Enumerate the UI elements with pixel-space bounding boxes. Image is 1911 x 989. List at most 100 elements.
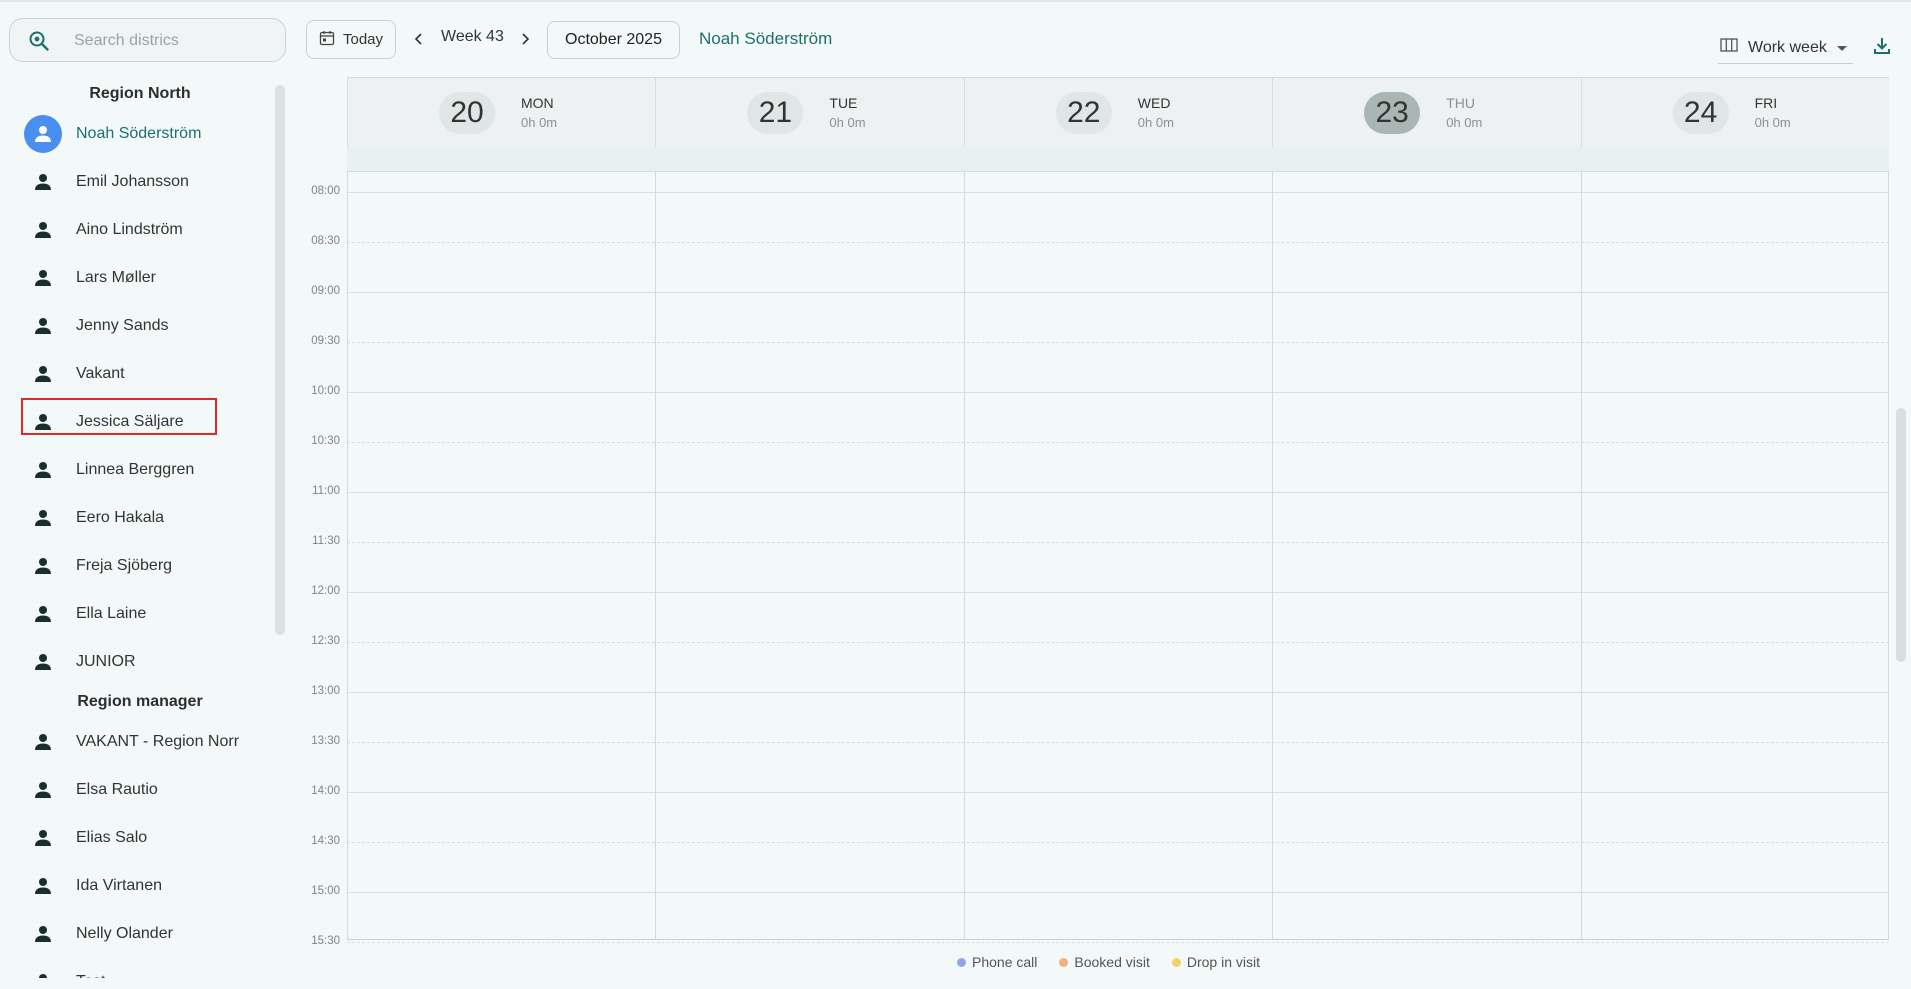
- time-label: 09:00: [311, 285, 340, 297]
- time-label: 10:30: [311, 435, 340, 447]
- person-name: Nelly Olander: [76, 925, 173, 942]
- calendar-today-icon: [319, 30, 335, 50]
- legend: Phone call Booked visit Drop in visit: [957, 954, 1260, 970]
- person-icon: [24, 307, 62, 345]
- all-day-row[interactable]: [347, 147, 1889, 172]
- day-name: MON: [521, 95, 554, 111]
- person-item-freja-sjöberg[interactable]: Freja Sjöberg: [0, 542, 270, 590]
- time-label: 11:30: [312, 535, 340, 547]
- person-icon: [24, 115, 62, 153]
- person-icon: [24, 723, 62, 761]
- person-icon: [24, 259, 62, 297]
- week-label: Week 43: [441, 28, 504, 45]
- day-number[interactable]: 20: [439, 92, 495, 134]
- selected-person-title: Noah Söderström: [699, 29, 833, 48]
- day-column-divider: [963, 171, 965, 939]
- person-icon: [24, 451, 62, 489]
- day-header-wed[interactable]: 22 WED 0h 0m: [963, 78, 1272, 148]
- hour-line: [347, 292, 1889, 293]
- person-icon: [24, 819, 62, 857]
- legend-item-drop-in-visit: Drop in visit: [1171, 954, 1260, 970]
- hour-line: [347, 892, 1889, 893]
- day-number[interactable]: 23: [1364, 92, 1421, 134]
- day-column-divider: [347, 171, 348, 939]
- legend-label: Phone call: [972, 954, 1038, 970]
- previous-week-button[interactable]: [409, 28, 429, 50]
- calendar-scrollbar[interactable]: [1896, 408, 1906, 662]
- day-header-row: 20 MON 0h 0m 21 TUE 0h 0m 22 WED 0h 0m 23 THU 0h 0m…: [347, 77, 1889, 149]
- time-label: 08:00: [311, 185, 340, 197]
- day-header-mon[interactable]: 20 MON 0h 0m: [347, 78, 655, 148]
- month-picker-button[interactable]: October 2025: [547, 21, 680, 59]
- day-column-divider: [655, 171, 657, 939]
- person-item-test[interactable]: Test: [0, 958, 270, 978]
- day-column-divider: [1888, 171, 1889, 939]
- person-item-elsa-rautio[interactable]: Elsa Rautio: [0, 766, 270, 814]
- day-hours: 0h 0m: [1446, 115, 1483, 130]
- person-item-noah-söderström[interactable]: Noah Söderström: [0, 110, 270, 158]
- hour-line: [347, 392, 1889, 393]
- person-name: Linnea Berggren: [76, 461, 195, 478]
- person-item-ida-virtanen[interactable]: Ida Virtanen: [0, 862, 270, 910]
- half-hour-line: [347, 742, 1889, 743]
- today-button[interactable]: Today: [306, 20, 396, 59]
- week-calendar: 20 MON 0h 0m 21 TUE 0h 0m 22 WED 0h 0m 23 THU 0h 0m…: [298, 75, 1889, 947]
- time-grid[interactable]: [347, 171, 1889, 943]
- person-item-jessica-säljare[interactable]: Jessica Säljare: [0, 398, 270, 446]
- day-header-tue[interactable]: 21 TUE 0h 0m: [655, 78, 963, 148]
- person-item-junior[interactable]: JUNIOR: [0, 638, 270, 686]
- day-number[interactable]: 24: [1672, 92, 1729, 134]
- person-item-jenny-sands[interactable]: Jenny Sands: [0, 302, 270, 350]
- day-header-thu[interactable]: 23 THU 0h 0m: [1272, 78, 1580, 148]
- person-name: Vakant: [76, 365, 125, 382]
- day-header-fri[interactable]: 24 FRI 0h 0m: [1580, 78, 1889, 148]
- chevron-right-icon: [522, 33, 530, 45]
- search-input[interactable]: [72, 29, 276, 53]
- person-item-linnea-berggren[interactable]: Linnea Berggren: [0, 446, 270, 494]
- person-icon: [24, 867, 62, 905]
- person-item-elias-salo[interactable]: Elias Salo: [0, 814, 270, 862]
- person-item-nelly-olander[interactable]: Nelly Olander: [0, 910, 270, 958]
- time-label: 10:00: [311, 385, 340, 397]
- sidebar-scrollbar[interactable]: [275, 85, 285, 635]
- person-name: Jenny Sands: [76, 317, 169, 334]
- person-item-ella-laine[interactable]: Ella Laine: [0, 590, 270, 638]
- day-number[interactable]: 22: [1055, 92, 1112, 134]
- time-label: 08:30: [311, 235, 340, 247]
- legend-label: Booked visit: [1074, 954, 1150, 970]
- person-item-vakant[interactable]: Vakant: [0, 350, 270, 398]
- half-hour-line: [347, 942, 1889, 943]
- day-name: TUE: [829, 95, 858, 111]
- time-label: 11:00: [312, 485, 340, 497]
- person-icon: [24, 643, 62, 681]
- time-label: 15:30: [311, 935, 340, 947]
- view-select[interactable]: Work week: [1718, 32, 1853, 64]
- half-hour-line: [347, 442, 1889, 443]
- day-number[interactable]: 21: [747, 92, 804, 134]
- person-item-aino-lindström[interactable]: Aino Lindström: [0, 206, 270, 254]
- legend-item-booked-visit: Booked visit: [1059, 954, 1150, 970]
- time-label: 14:00: [311, 785, 340, 797]
- hour-line: [347, 592, 1889, 593]
- download-icon[interactable]: [1872, 36, 1896, 60]
- sidebar: Region North Noah Söderström Emil Johansso…: [0, 0, 290, 989]
- legend-dot: [1059, 957, 1069, 967]
- search-icon[interactable]: [28, 30, 50, 52]
- caret-down-icon: [1836, 39, 1847, 57]
- day-hours: 0h 0m: [1137, 115, 1174, 130]
- next-week-button[interactable]: [515, 28, 535, 50]
- person-name: Test: [76, 973, 105, 978]
- person-item-vakant-region-norr[interactable]: VAKANT - Region Norr: [0, 718, 270, 766]
- person-item-emil-johansson[interactable]: Emil Johansson: [0, 158, 270, 206]
- person-name: Ida Virtanen: [76, 877, 162, 894]
- person-item-lars-møller[interactable]: Lars Møller: [0, 254, 270, 302]
- person-name: Ella Laine: [76, 605, 147, 622]
- day-hours: 0h 0m: [521, 115, 558, 130]
- person-icon: [24, 547, 62, 585]
- day-hours: 0h 0m: [1754, 115, 1791, 130]
- search-box[interactable]: [9, 18, 286, 62]
- hour-line: [347, 792, 1889, 793]
- person-icon: [24, 211, 62, 249]
- person-item-eero-hakala[interactable]: Eero Hakala: [0, 494, 270, 542]
- group-title: Region North: [89, 85, 191, 102]
